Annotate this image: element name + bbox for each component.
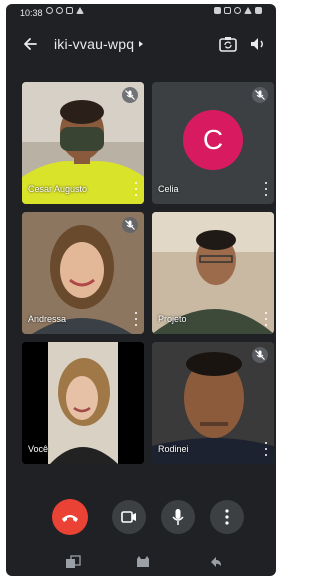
microphone-icon: [172, 509, 184, 525]
meeting-header: iki-vvau-wpq: [6, 28, 276, 60]
system-nav-bar: [6, 550, 276, 576]
signal-icon: [244, 7, 252, 14]
meeting-code: iki-vvau-wpq: [54, 36, 135, 52]
participant-name: Andressa: [28, 314, 67, 324]
wifi-icon: [234, 7, 241, 14]
more-vert-icon[interactable]: [263, 442, 269, 456]
more-options-icon: [225, 509, 229, 525]
notification-icon: [66, 7, 73, 14]
muted-icon: [252, 87, 268, 103]
avatar: C: [183, 110, 243, 170]
muted-icon: [122, 217, 138, 233]
end-call-button[interactable]: [52, 499, 88, 535]
caret-right-icon: [139, 41, 144, 47]
microphone-toggle-button[interactable]: [161, 500, 195, 534]
more-vert-icon[interactable]: [263, 312, 269, 326]
status-bar: 10:38: [6, 4, 276, 22]
back-nav-icon[interactable]: [206, 554, 224, 570]
meeting-title-button[interactable]: iki-vvau-wpq: [54, 36, 144, 52]
battery-icon: [255, 7, 262, 14]
phone-screen: 10:38 iki-vvau-wpq Cesar Augusto C Celia…: [6, 4, 276, 576]
more-options-button[interactable]: [210, 500, 244, 534]
home-icon[interactable]: [134, 554, 152, 570]
warning-icon: [76, 7, 84, 14]
participant-tile[interactable]: Projeto: [152, 212, 274, 334]
participant-tile[interactable]: Rodinei: [152, 342, 274, 464]
system-icons: [214, 7, 262, 14]
back-arrow-icon[interactable]: [20, 34, 40, 54]
more-vert-icon[interactable]: [263, 182, 269, 196]
participant-name: Rodinei: [158, 444, 189, 454]
status-time: 10:38: [20, 8, 43, 18]
participant-tile[interactable]: Andressa: [22, 212, 144, 334]
participant-name: Projeto: [158, 314, 187, 324]
notification-icon: [46, 7, 53, 14]
muted-icon: [122, 87, 138, 103]
alarm-icon: [214, 7, 221, 14]
more-vert-icon[interactable]: [133, 312, 139, 326]
more-vert-icon[interactable]: [133, 182, 139, 196]
participant-tile-self[interactable]: Você: [22, 342, 144, 464]
muted-icon: [252, 347, 268, 363]
speaker-icon[interactable]: [248, 34, 268, 54]
camera-toggle-button[interactable]: [112, 500, 146, 534]
call-controls: [6, 498, 276, 538]
participant-name: Celia: [158, 184, 179, 194]
camera-icon: [121, 511, 136, 523]
participant-tile[interactable]: C Celia: [152, 82, 274, 204]
participant-name: Cesar Augusto: [28, 184, 88, 194]
participant-name: Você: [28, 444, 49, 454]
recent-apps-icon[interactable]: [64, 554, 82, 570]
notification-icon: [56, 7, 63, 14]
participant-tile[interactable]: Cesar Augusto: [22, 82, 144, 204]
switch-camera-icon[interactable]: [218, 34, 238, 54]
mute-status-icon: [224, 7, 231, 14]
notification-icons: [46, 7, 84, 14]
end-call-icon: [62, 515, 78, 522]
